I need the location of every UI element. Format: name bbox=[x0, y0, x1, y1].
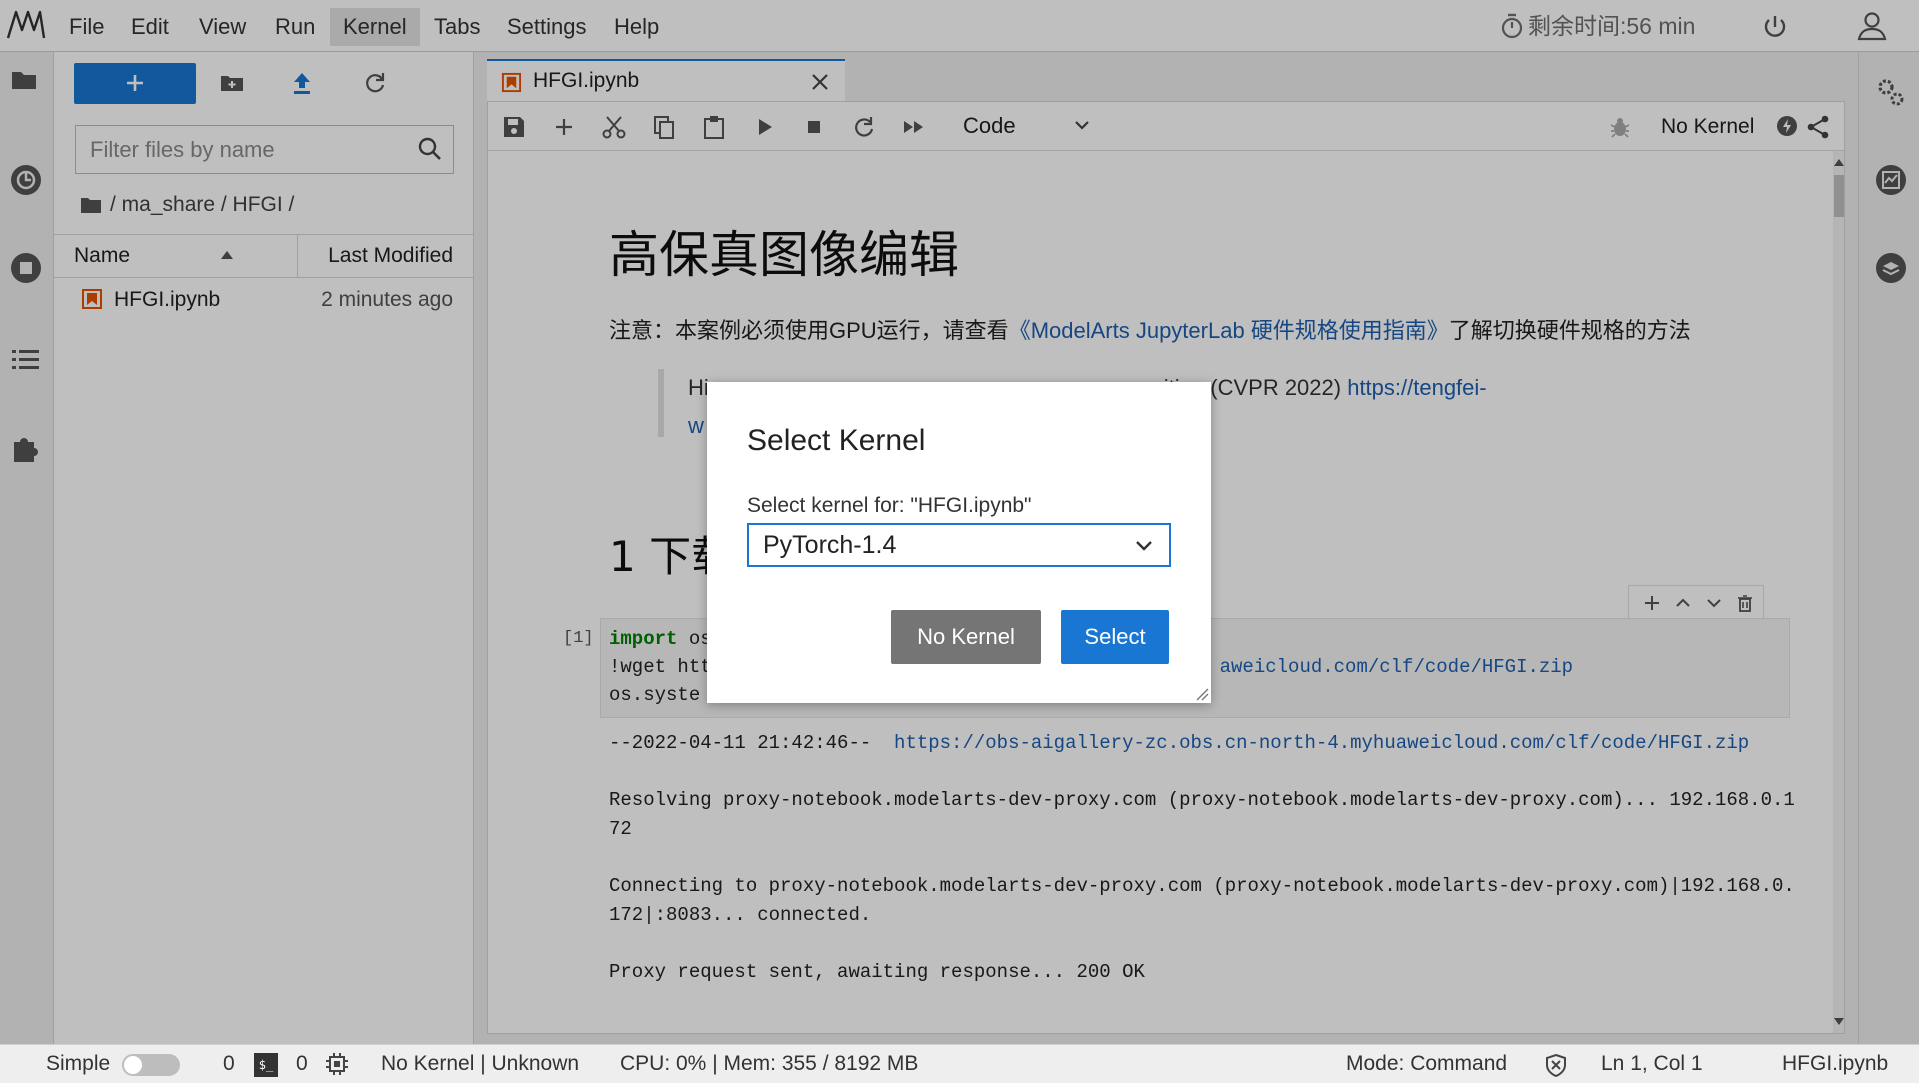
select-button[interactable]: Select bbox=[1061, 610, 1169, 664]
toggle-knob bbox=[124, 1056, 142, 1074]
mode-indicator: Mode: Command bbox=[1346, 1052, 1508, 1075]
resource-usage: CPU: 0% | Mem: 355 / 8192 MB bbox=[620, 1052, 919, 1075]
chevron-down-icon bbox=[1135, 539, 1153, 552]
cpu-icon bbox=[325, 1052, 349, 1076]
kernel-count[interactable]: 0 bbox=[223, 1045, 235, 1083]
terminal-count[interactable]: 0 bbox=[296, 1045, 308, 1083]
dialog-label: Select kernel for: "HFGI.ipynb" bbox=[747, 494, 1032, 517]
kernel-status-text[interactable]: No Kernel | Unknown bbox=[381, 1045, 579, 1083]
shield-icon[interactable] bbox=[1544, 1053, 1568, 1077]
status-filename: HFGI.ipynb bbox=[1782, 1052, 1889, 1075]
resize-handle-icon[interactable] bbox=[1195, 687, 1209, 701]
cursor-position[interactable]: Ln 1, Col 1 bbox=[1601, 1045, 1703, 1083]
dialog-title: Select Kernel bbox=[747, 424, 926, 457]
terminal-icon[interactable]: $_ bbox=[254, 1053, 278, 1077]
no-kernel-button[interactable]: No Kernel bbox=[891, 610, 1041, 664]
kernel-select[interactable]: PyTorch-1.4 bbox=[747, 523, 1171, 567]
simple-mode-toggle[interactable] bbox=[122, 1054, 180, 1076]
select-kernel-dialog: Select Kernel Select kernel for: "HFGI.i… bbox=[707, 382, 1211, 703]
simple-mode-label: Simple bbox=[46, 1052, 111, 1075]
kernel-select-value: PyTorch-1.4 bbox=[763, 531, 897, 559]
status-bar: Simple 0 $_ 0 No Kernel | Unknown CPU: 0… bbox=[0, 1044, 1919, 1083]
